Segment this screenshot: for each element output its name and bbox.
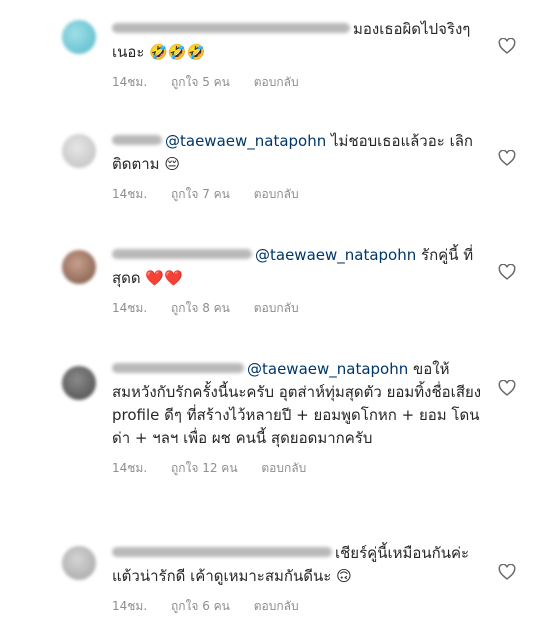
reply-button[interactable]: ตอบกลับ: [261, 459, 306, 478]
comment-time: 14ชม.: [112, 599, 148, 613]
comment-meta: 14ชม. ถูกใจ 8 คน ตอบกลับ: [112, 299, 487, 318]
comment-time: 14ชม.: [112, 461, 148, 475]
reply-button[interactable]: ตอบกลับ: [254, 185, 299, 204]
comment-body: มองเธอผิดไปจริงๆเนอะ 🤣🤣🤣 14ชม. ถูกใจ 5 ค…: [112, 18, 487, 92]
emoji: ❤️❤️: [145, 269, 183, 287]
comment-text: มองเธอผิดไปจริงๆเนอะ 🤣🤣🤣: [112, 18, 487, 64]
comment-text: เชียร์คู่นี้เหมือนกันค่ะ แต้วน่ารักดี เค…: [112, 542, 487, 588]
comment-meta: 14ชม. ถูกใจ 6 คน ตอบกลับ: [112, 597, 487, 616]
heart-outline-icon[interactable]: [498, 380, 516, 396]
like-count[interactable]: ถูกใจ 8 คน: [171, 299, 230, 318]
comment-meta: 14ชม. ถูกใจ 12 คน ตอบกลับ: [112, 459, 487, 478]
comment-body: @taewaew_natapohn ไม่ชอบเธอแล้วอะ เลิกติ…: [112, 130, 487, 204]
heart-outline-icon[interactable]: [498, 564, 516, 580]
blurred-username[interactable]: [112, 362, 244, 373]
reply-button[interactable]: ตอบกลับ: [254, 73, 299, 92]
blurred-username[interactable]: [112, 134, 162, 145]
comment-text: @taewaew_natapohn ขอให้สมหวังกับรักครั้ง…: [112, 358, 487, 450]
avatar[interactable]: [62, 366, 96, 400]
avatar[interactable]: [62, 250, 96, 284]
reply-button[interactable]: ตอบกลับ: [254, 597, 299, 616]
like-count[interactable]: ถูกใจ 7 คน: [171, 185, 230, 204]
comment-meta: 14ชม. ถูกใจ 7 คน ตอบกลับ: [112, 185, 487, 204]
comment-body: เชียร์คู่นี้เหมือนกันค่ะ แต้วน่ารักดี เค…: [112, 542, 487, 616]
avatar[interactable]: [62, 546, 96, 580]
like-count[interactable]: ถูกใจ 12 คน: [171, 459, 238, 478]
like-count[interactable]: ถูกใจ 5 คน: [171, 73, 230, 92]
emoji: 🙃: [336, 567, 352, 585]
avatar[interactable]: [62, 20, 96, 54]
comment-text: @taewaew_natapohn ไม่ชอบเธอแล้วอะ เลิกติ…: [112, 130, 487, 176]
reply-button[interactable]: ตอบกลับ: [254, 299, 299, 318]
mention-link[interactable]: @taewaew_natapohn: [247, 360, 408, 378]
heart-outline-icon[interactable]: [498, 264, 516, 280]
like-count[interactable]: ถูกใจ 6 คน: [171, 597, 230, 616]
emoji: 😔: [164, 155, 180, 173]
comment-body: @taewaew_natapohn รักคู่นี้ ที่สุดด ❤️❤️…: [112, 244, 487, 318]
comment-body: @taewaew_natapohn ขอให้สมหวังกับรักครั้ง…: [112, 358, 487, 478]
blurred-username[interactable]: [112, 248, 252, 259]
heart-outline-icon[interactable]: [498, 150, 516, 166]
comment-meta: 14ชม. ถูกใจ 5 คน ตอบกลับ: [112, 73, 487, 92]
mention-link[interactable]: @taewaew_natapohn: [165, 132, 326, 150]
heart-outline-icon[interactable]: [498, 38, 516, 54]
comment-text: @taewaew_natapohn รักคู่นี้ ที่สุดด ❤️❤️: [112, 244, 487, 290]
emoji: 🤣🤣🤣: [149, 43, 206, 61]
avatar[interactable]: [62, 134, 96, 168]
mention-link[interactable]: @taewaew_natapohn: [255, 246, 416, 264]
blurred-username[interactable]: [112, 22, 350, 33]
blurred-username[interactable]: [112, 546, 332, 557]
comment-time: 14ชม.: [112, 301, 148, 315]
comment-time: 14ชม.: [112, 75, 148, 89]
comment-time: 14ชม.: [112, 187, 148, 201]
